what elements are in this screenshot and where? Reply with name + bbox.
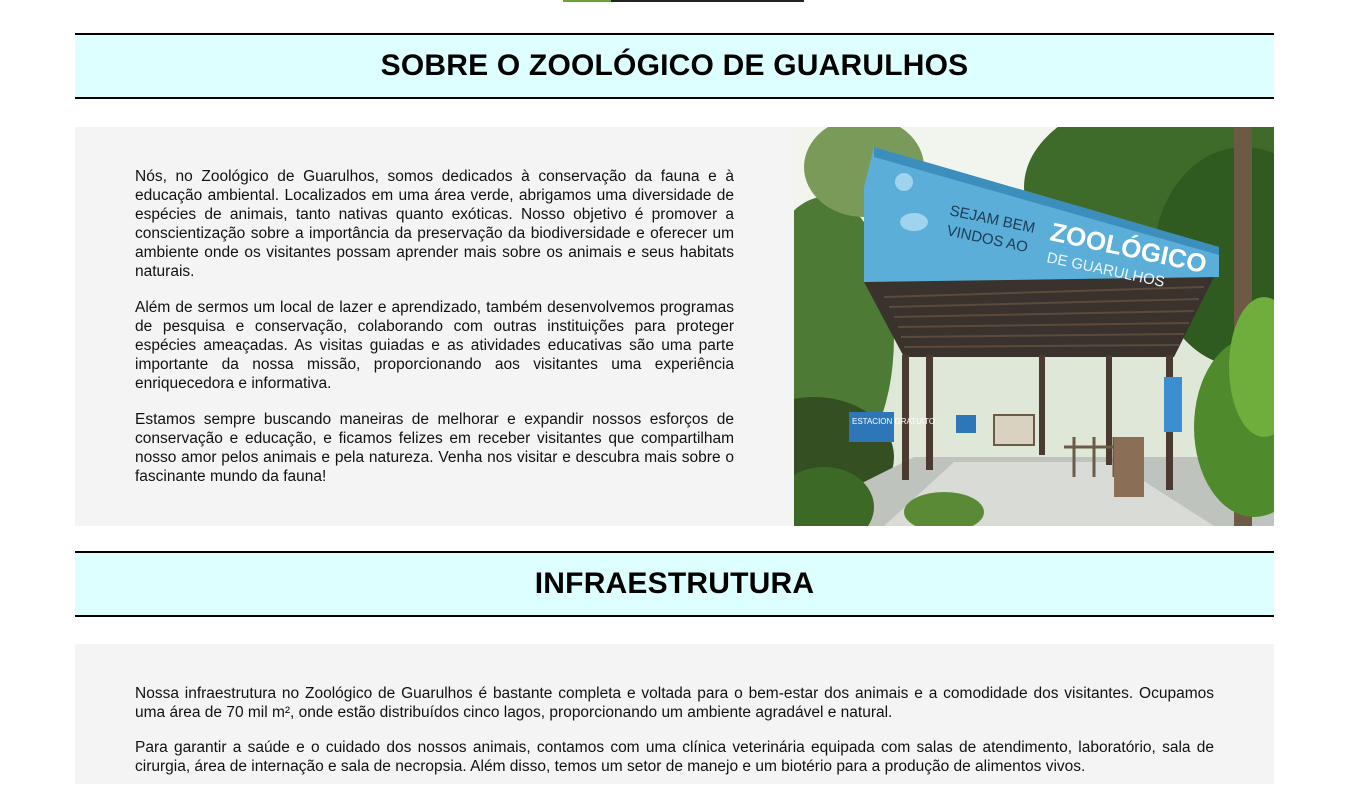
infra-paragraph-2: Para garantir a saúde e o cuidado dos no… [135, 739, 1214, 775]
about-paragraph-1: Nós, no Zoológico de Guarulhos, somos de… [135, 168, 734, 280]
about-section-title: SOBRE O ZOOLÓGICO DE GUARULHOS [380, 49, 969, 82]
page-scroll-indicator-active [563, 0, 611, 2]
about-text: Nós, no Zoológico de Guarulhos, somos de… [135, 167, 734, 503]
infra-text: Nossa infraestrutura no Zoológico de Gua… [135, 684, 1214, 792]
infra-section-header: INFRAESTRUTURA [75, 551, 1274, 617]
page-scroll-indicator [563, 0, 804, 2]
about-paragraph-2: Além de sermos um local de lazer e apren… [135, 299, 734, 392]
infra-paragraph-1: Nossa infraestrutura no Zoológico de Gua… [135, 685, 1214, 721]
about-section-header: SOBRE O ZOOLÓGICO DE GUARULHOS [75, 33, 1274, 99]
infra-section-title: INFRAESTRUTURA [534, 567, 815, 600]
infra-text-panel: Nossa infraestrutura no Zoológico de Gua… [75, 644, 1274, 784]
about-text-panel: Nós, no Zoológico de Guarulhos, somos de… [75, 127, 794, 526]
zoo-entrance-photo: SEJAM BEM VINDOS AO ZOOLÓGICO DE GUARULH… [794, 127, 1274, 526]
parking-sign-text: ESTACION GRATUITO [852, 417, 935, 426]
about-paragraph-3: Estamos sempre buscando maneiras de melh… [135, 411, 734, 485]
